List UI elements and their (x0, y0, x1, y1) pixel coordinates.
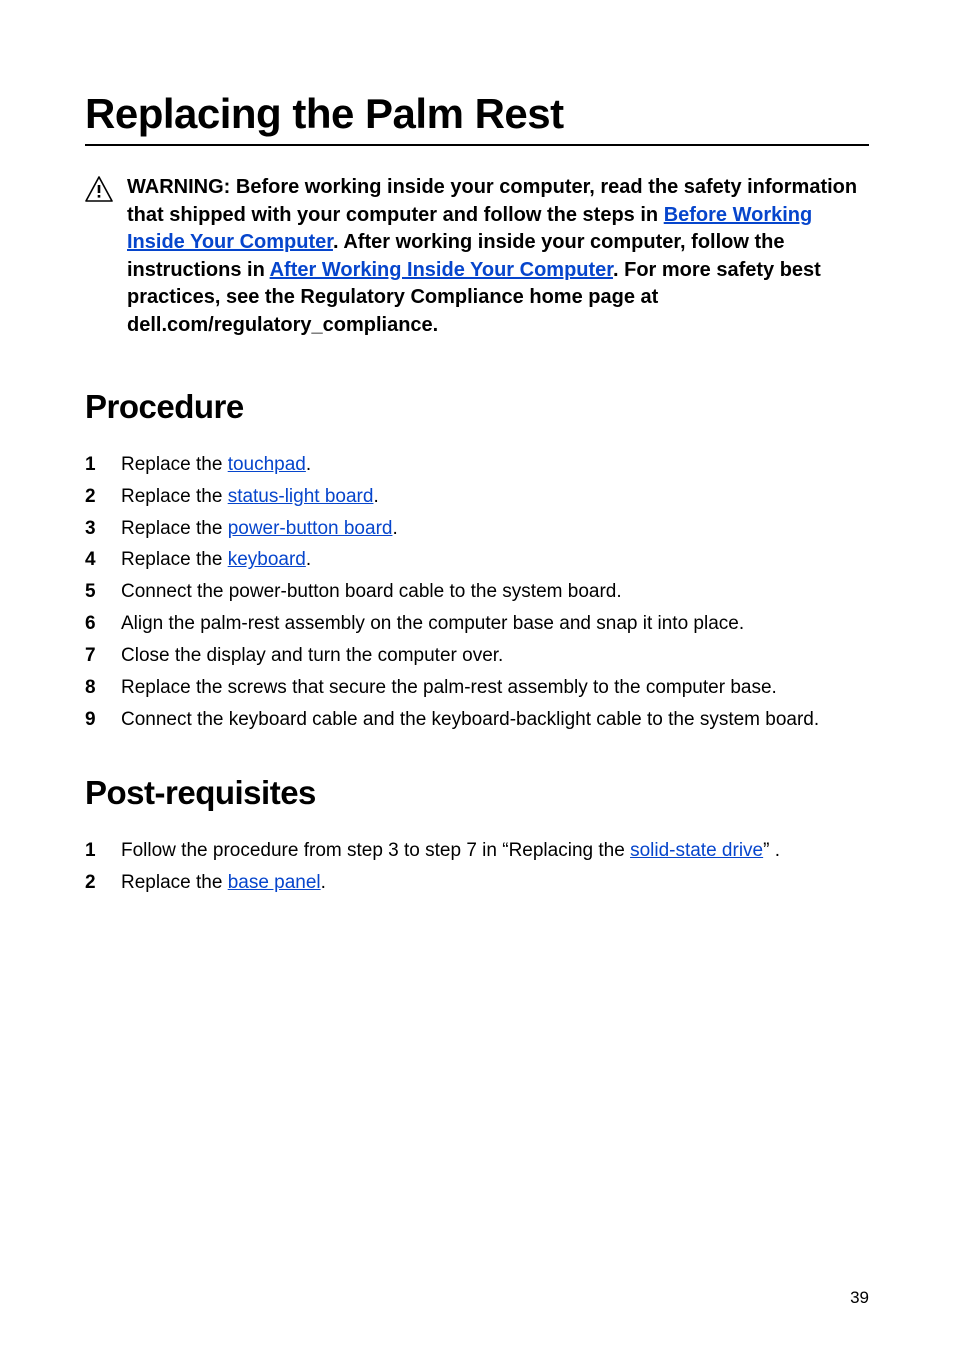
link-touchpad[interactable]: touchpad (228, 454, 306, 475)
step-text: Connect the power-button board cable to … (121, 579, 869, 606)
step-text: . (373, 486, 378, 507)
step-text: . (321, 872, 326, 893)
warning-text: WARNING: Before working inside your comp… (127, 174, 869, 340)
step-text: Follow the procedure from step 3 to step… (121, 840, 630, 861)
link-status-light-board[interactable]: status-light board (228, 486, 374, 507)
link-after-working[interactable]: After Working Inside Your Computer (270, 259, 613, 281)
step-text: Replace the (121, 486, 228, 507)
step-text: Replace the screws that secure the palm-… (121, 675, 869, 702)
step-text: Replace the (121, 549, 228, 570)
list-item: Follow the procedure from step 3 to step… (85, 838, 869, 865)
page-number: 39 (850, 1288, 869, 1308)
link-base-panel[interactable]: base panel (228, 872, 321, 893)
list-item: Replace the base panel. (85, 870, 869, 897)
heading-procedure: Procedure (85, 388, 869, 426)
list-item: Connect the power-button board cable to … (85, 579, 869, 606)
list-item: Close the display and turn the computer … (85, 643, 869, 670)
list-item: Align the palm-rest assembly on the comp… (85, 611, 869, 638)
step-text: Connect the keyboard cable and the keybo… (121, 707, 869, 734)
warning-block: WARNING: Before working inside your comp… (85, 174, 869, 340)
list-item: Replace the power-button board. (85, 516, 869, 543)
list-item: Replace the status-light board. (85, 484, 869, 511)
warning-triangle-icon (85, 176, 113, 207)
step-text: Align the palm-rest assembly on the comp… (121, 611, 869, 638)
link-solid-state-drive[interactable]: solid-state drive (630, 840, 763, 861)
list-item: Replace the touchpad. (85, 452, 869, 479)
step-text: Close the display and turn the computer … (121, 643, 869, 670)
step-text: . (306, 549, 311, 570)
list-item: Replace the keyboard. (85, 547, 869, 574)
page-title: Replacing the Palm Rest (85, 90, 869, 146)
procedure-list: Replace the touchpad. Replace the status… (85, 452, 869, 735)
heading-post-requisites: Post-requisites (85, 774, 869, 812)
post-requisites-list: Follow the procedure from step 3 to step… (85, 838, 869, 897)
step-text: Replace the (121, 518, 228, 539)
list-item: Connect the keyboard cable and the keybo… (85, 707, 869, 734)
step-text: ” . (763, 840, 780, 861)
step-text: . (392, 518, 397, 539)
step-text: Replace the (121, 454, 228, 475)
step-text: Replace the (121, 872, 228, 893)
step-text: . (306, 454, 311, 475)
list-item: Replace the screws that secure the palm-… (85, 675, 869, 702)
link-keyboard[interactable]: keyboard (228, 549, 306, 570)
link-power-button-board[interactable]: power-button board (228, 518, 393, 539)
